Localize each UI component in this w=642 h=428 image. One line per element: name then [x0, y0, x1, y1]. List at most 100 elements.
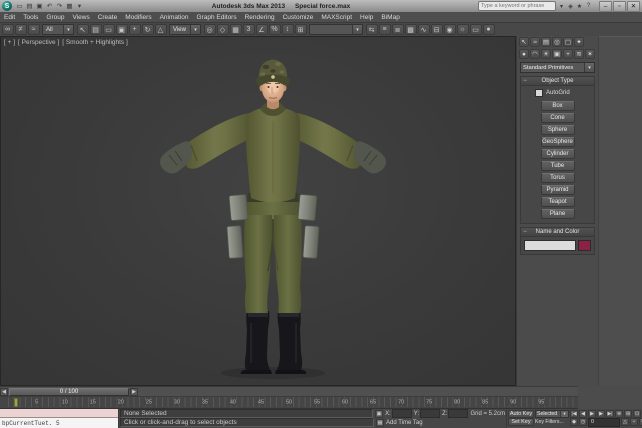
object-color-swatch[interactable]: [578, 240, 591, 251]
select-object-icon[interactable]: ↖: [76, 24, 89, 35]
rectangular-selection-region-icon[interactable]: ▭: [102, 24, 115, 35]
viewport-menu-shading[interactable]: [ Smooth + Highlights ]: [62, 39, 128, 46]
window-crossing-icon[interactable]: ▣: [115, 24, 128, 35]
infocenter-search-input[interactable]: [478, 1, 556, 11]
communication-center-icon[interactable]: ◈: [566, 2, 575, 11]
dropdown-arrow-icon[interactable]: ▾: [190, 25, 200, 34]
field-of-view-icon[interactable]: △: [621, 418, 629, 426]
sphere-button[interactable]: Sphere: [540, 125, 575, 135]
restore-button[interactable]: ▫: [613, 0, 626, 12]
tab-display-icon[interactable]: ▢: [563, 37, 573, 47]
keyboard-override-toggle-icon[interactable]: ▦: [229, 24, 242, 35]
select-and-scale-icon[interactable]: △: [154, 24, 167, 35]
render-production-icon[interactable]: ●: [482, 24, 495, 35]
project-folder-icon[interactable]: ▦: [65, 2, 74, 11]
menu-item[interactable]: Help: [356, 14, 377, 21]
named-selection-sets-dropdown[interactable]: ▾: [309, 24, 363, 35]
graphite-ribbon-icon[interactable]: ▩: [404, 24, 417, 35]
maxscript-listener-field[interactable]: bpCurrentTuet. 5: [0, 418, 118, 428]
cylinder-button[interactable]: Cylinder: [540, 149, 575, 159]
z-coordinate-field[interactable]: [448, 409, 469, 418]
menu-item[interactable]: Customize: [279, 14, 318, 21]
select-and-move-icon[interactable]: +: [128, 24, 141, 35]
perspective-viewport[interactable]: [ + ] [ Perspective ] [ Smooth + Highlig…: [0, 36, 516, 386]
selection-filter-dropdown[interactable]: All ▾: [42, 24, 74, 35]
mirror-icon[interactable]: ⇆: [365, 24, 378, 35]
category-spacewarps-icon[interactable]: ≋: [574, 49, 584, 59]
rendered-frame-window-icon[interactable]: ▭: [469, 24, 482, 35]
align-icon[interactable]: ≡: [378, 24, 391, 35]
dropdown-arrow-icon[interactable]: ▾: [584, 63, 594, 72]
track-bar[interactable]: 5 10 15 20 25 30 35 40 45 50 55 60 65 70 75 80 85 90 95: [0, 397, 578, 409]
tab-motion-icon[interactable]: ◎: [552, 37, 562, 47]
geosphere-button[interactable]: GeoSphere: [540, 137, 575, 147]
box-button[interactable]: Box: [540, 101, 575, 111]
current-frame-field[interactable]: [588, 417, 620, 427]
pan-view-icon[interactable]: +: [630, 418, 638, 426]
select-and-manipulate-icon[interactable]: ◇: [216, 24, 229, 35]
go-to-start-button[interactable]: |◀: [570, 410, 578, 418]
object-type-rollout-header[interactable]: − Object Type: [521, 77, 594, 86]
time-slider-handle[interactable]: 0 / 100: [9, 388, 129, 396]
menu-item[interactable]: Create: [94, 14, 122, 21]
application-menu-button[interactable]: S: [2, 1, 12, 11]
material-editor-icon[interactable]: ◉: [443, 24, 456, 35]
edit-named-selection-sets-icon[interactable]: ⊞: [294, 24, 307, 35]
teapot-button[interactable]: Teapot: [540, 197, 575, 207]
category-cameras-icon[interactable]: ▣: [552, 49, 562, 59]
reference-coordinate-system-dropdown[interactable]: View ▾: [169, 24, 201, 35]
menu-item[interactable]: Group: [42, 14, 68, 21]
track-bar-frame-marker[interactable]: [14, 398, 18, 407]
favorites-icon[interactable]: ★: [575, 2, 584, 11]
zoom-extents-icon[interactable]: ⊡: [633, 410, 641, 418]
macro-recorder-field[interactable]: [0, 409, 118, 418]
use-pivot-point-center-icon[interactable]: ◎: [203, 24, 216, 35]
category-systems-icon[interactable]: ✶: [585, 49, 595, 59]
new-scene-icon[interactable]: ▭: [15, 2, 24, 11]
qat-customize-icon[interactable]: ▾: [75, 2, 84, 11]
redo-icon[interactable]: ↷: [55, 2, 64, 11]
help-icon[interactable]: ?: [584, 2, 593, 11]
pyramid-button[interactable]: Pyramid: [540, 185, 575, 195]
set-key-button[interactable]: Set Key: [508, 418, 534, 426]
key-mode-toggle-icon[interactable]: ◆: [570, 418, 578, 426]
auto-key-button[interactable]: Auto Key: [508, 410, 534, 418]
close-button[interactable]: ✕: [627, 0, 640, 12]
menu-item[interactable]: Views: [68, 14, 93, 21]
snaps-toggle-icon[interactable]: 3: [242, 24, 255, 35]
tab-hierarchy-icon[interactable]: ▤: [541, 37, 551, 47]
time-configuration-icon[interactable]: ◷: [579, 418, 587, 426]
select-and-link-icon[interactable]: ∞: [1, 24, 14, 35]
autogrid-checkbox[interactable]: [535, 89, 543, 97]
minimize-button[interactable]: –: [599, 0, 612, 12]
rollout-collapse-icon[interactable]: −: [521, 229, 529, 235]
y-coordinate-field[interactable]: [420, 409, 441, 418]
previous-frame-button[interactable]: ◀: [579, 410, 587, 418]
menu-item[interactable]: Modifiers: [121, 14, 155, 21]
undo-icon[interactable]: ↶: [45, 2, 54, 11]
render-setup-icon[interactable]: ☼: [456, 24, 469, 35]
percent-snap-icon[interactable]: %: [268, 24, 281, 35]
viewport-menu-view[interactable]: [ Perspective ]: [18, 39, 59, 46]
select-by-name-icon[interactable]: ▤: [89, 24, 102, 35]
category-lights-icon[interactable]: ☀: [541, 49, 551, 59]
object-name-field[interactable]: [524, 240, 576, 251]
tab-create-icon[interactable]: ↖: [519, 37, 529, 47]
key-filters-button[interactable]: Key Filters...: [535, 419, 569, 425]
schematic-view-icon[interactable]: ⊟: [430, 24, 443, 35]
menu-item[interactable]: Tools: [19, 14, 42, 21]
menu-item[interactable]: Graph Editors: [193, 14, 241, 21]
previous-key-icon[interactable]: ◀: [0, 388, 8, 396]
search-icon[interactable]: ▾: [557, 2, 566, 11]
select-and-rotate-icon[interactable]: ↻: [141, 24, 154, 35]
manage-layers-icon[interactable]: ≣: [391, 24, 404, 35]
character-model-soldier[interactable]: [1, 37, 517, 385]
category-geometry-icon[interactable]: ●: [519, 49, 529, 59]
selection-lock-icon[interactable]: ▣: [375, 409, 384, 418]
dropdown-arrow-icon[interactable]: ▾: [63, 25, 73, 34]
plane-button[interactable]: Plane: [540, 209, 575, 219]
time-tag-icon[interactable]: ▦: [376, 418, 384, 427]
menu-item[interactable]: MAXScript: [317, 14, 356, 21]
add-time-tag-button[interactable]: Add Time Tag: [386, 420, 423, 426]
bind-to-spacewarp-icon[interactable]: ≈: [27, 24, 40, 35]
